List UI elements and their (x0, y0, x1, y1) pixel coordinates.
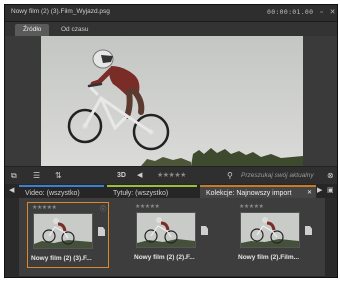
search-icon: ⚲ (227, 171, 233, 180)
preview-toolbar: ⧉ ☰ ⇅ 3D ◀ ★★★★★ ⚲ Przeszukaj swój aktua… (5, 166, 337, 185)
item-thumbnail (240, 212, 300, 248)
library-browser: ★★★★★ ⓘ Nowy film (2) (3).F... ★★★★★ Now… (19, 198, 325, 276)
info-icon[interactable]: ⓘ (100, 204, 106, 213)
title-bar: Nowy film (2) (3).Film_Wyjazd.psg 00:00:… (5, 5, 337, 22)
library-scrollbar[interactable] (325, 198, 337, 276)
timecode-display: 00:00:01.00 (267, 8, 314, 16)
item-rating[interactable]: ★★★★★ (135, 203, 160, 210)
tab-collections-label: Kolekcje: Najnowszy import (206, 190, 292, 197)
list-view-icon[interactable]: ☰ (33, 169, 40, 182)
file-icon (98, 227, 105, 236)
tab-source[interactable]: Źródło (15, 24, 50, 36)
scroll-right-icon[interactable]: ▶ (317, 184, 322, 197)
search-box[interactable]: ⚲ Przeszukaj swój aktualny (227, 170, 327, 181)
tab-video[interactable]: Video: (wszystko) (19, 185, 104, 198)
close-icon[interactable]: ✕ (328, 8, 337, 17)
library-window: Nowy film (2) (3).Film_Wyjazd.psg 00:00:… (4, 4, 338, 278)
source-tabs: Źródło Od czasu (5, 22, 337, 36)
bin-tabs: ◀ Video: (wszystko) Tytuły: (wszystko) K… (5, 184, 337, 198)
tag-icon[interactable]: ⧉ (11, 169, 17, 182)
item-rating[interactable]: ★★★★★ (32, 204, 57, 211)
library-item[interactable]: ★★★★★ Nowy film (2) (2).F... (131, 202, 213, 268)
clear-search-icon[interactable]: ⊗ (327, 169, 334, 182)
file-icon (201, 226, 208, 235)
tab-titles[interactable]: Tytuły: (wszystko) (107, 185, 197, 198)
rating-filter[interactable]: ★★★★★ (157, 169, 186, 182)
panel-menu-icon[interactable]: ▣ (327, 184, 334, 197)
library-item[interactable]: ★★★★★ Nowy film (2).Film... (235, 202, 317, 268)
window-title: Nowy film (2) (3).Film_Wyjazd.psg (11, 8, 110, 15)
preview-left-margin (5, 36, 41, 166)
sort-icon[interactable]: ⇅ (55, 169, 62, 182)
file-icon (305, 226, 312, 235)
search-input[interactable]: Przeszukaj swój aktualny (241, 170, 314, 181)
hide-icon[interactable]: ◀ (137, 169, 142, 182)
preview-right-margin (303, 36, 337, 166)
app-root: Nowy film (2) (3).Film_Wyjazd.psg 00:00:… (0, 0, 340, 284)
item-thumbnail (33, 213, 93, 249)
library-left-strip (5, 198, 19, 276)
item-rating[interactable]: ★★★★★ (239, 203, 264, 210)
preview-image (41, 36, 303, 166)
item-name: Nowy film (2) (3).F... (31, 255, 92, 262)
tab-collections[interactable]: Kolekcje: Najnowszy import ✕ (200, 185, 316, 198)
scroll-left-icon[interactable]: ◀ (9, 184, 14, 197)
tab-from-time[interactable]: Od czasu (53, 24, 96, 36)
item-thumbnail (136, 212, 196, 248)
restore-icon[interactable]: ▫ (317, 8, 326, 17)
bmx-rider-photo (41, 36, 303, 166)
3d-toggle[interactable]: 3D (117, 169, 126, 182)
item-name: Nowy film (2).Film... (238, 254, 300, 261)
library-item[interactable]: ★★★★★ ⓘ Nowy film (2) (3).F... (27, 202, 109, 268)
item-name: Nowy film (2) (2).F... (134, 254, 195, 261)
